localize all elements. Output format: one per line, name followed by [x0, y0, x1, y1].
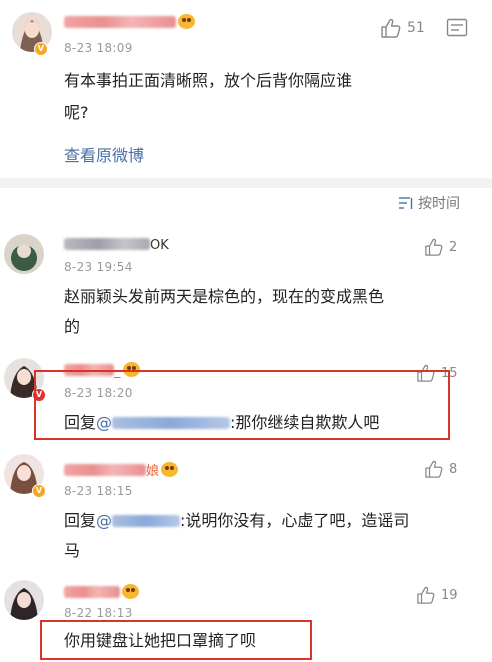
like-count: 19 [441, 587, 458, 603]
emoji-icon [161, 462, 179, 477]
sort-lines-icon [399, 197, 413, 209]
thumbs-up-icon [425, 460, 443, 478]
username[interactable]: 娘 [64, 460, 179, 479]
like-button[interactable]: 19 [416, 586, 458, 604]
sort-by-time-button[interactable]: 按时间 [398, 193, 460, 213]
comment-text-line-2: 马 [64, 541, 81, 560]
thumbs-up-icon [425, 238, 443, 256]
username[interactable] [64, 14, 195, 31]
like-button[interactable]: 2 [424, 238, 457, 256]
avatar[interactable] [4, 580, 44, 620]
like-count: 51 [407, 20, 425, 36]
comment-time: 8-23 19:54 [64, 260, 133, 274]
more-menu-icon[interactable] [446, 18, 468, 42]
comment-text-line-2: 的 [64, 317, 81, 336]
username[interactable]: OK [64, 238, 169, 253]
comment-time: 8-22 18:13 [64, 606, 133, 620]
username[interactable] [64, 584, 139, 601]
emoji-icon [122, 584, 139, 599]
post-text-line-1: 有本事拍正面清晰照，放个后背你隔应谁 [64, 71, 353, 90]
like-button[interactable]: 8 [424, 460, 457, 478]
comment-time: 8-23 18:15 [64, 484, 133, 498]
sort-label: 按时间 [418, 196, 460, 212]
highlight-box [40, 620, 312, 660]
post-time: 8-23 18:09 [64, 41, 133, 55]
post-text-line-2: 呢? [64, 103, 89, 122]
thumbs-up-icon [417, 586, 435, 604]
reply-text: 回复@:说明你没有，心虚了吧，造谣司 [64, 511, 410, 530]
comment-text-line-1: 赵丽颖头发前两天是棕色的，现在的变成黑色 [64, 287, 385, 306]
like-button[interactable]: 51 [380, 18, 425, 38]
section-divider [0, 178, 492, 188]
view-original-link[interactable]: 查看原微博 [64, 142, 144, 166]
like-count: 2 [449, 239, 458, 255]
highlight-box [34, 370, 450, 440]
emoji-icon [178, 14, 195, 29]
thumbs-up-icon [381, 18, 401, 38]
verified-badge-icon: V [32, 484, 46, 498]
mention-link[interactable]: @ [96, 511, 181, 530]
like-count: 8 [449, 461, 458, 477]
verified-badge-icon: V [34, 42, 48, 56]
avatar[interactable] [4, 234, 44, 274]
